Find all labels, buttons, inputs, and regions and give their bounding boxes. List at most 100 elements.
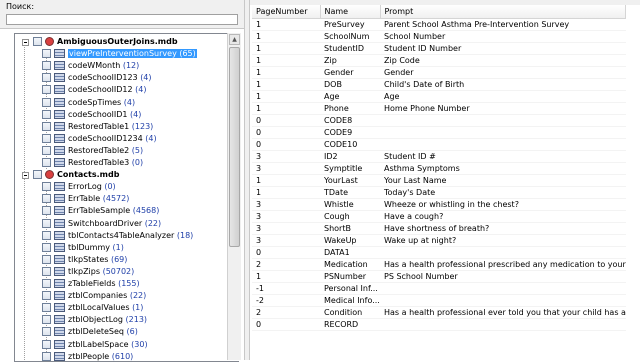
cell-name[interactable]: StudentID xyxy=(320,42,380,55)
cell-prompt[interactable] xyxy=(380,114,626,127)
cell-pagenumber[interactable]: 0 xyxy=(252,114,320,127)
cell-prompt[interactable]: Gender xyxy=(380,66,626,79)
checkbox[interactable] xyxy=(33,37,42,46)
checkbox[interactable] xyxy=(42,242,51,252)
cell-name[interactable]: Age xyxy=(320,90,380,103)
checkbox[interactable] xyxy=(42,327,51,337)
cell-name[interactable]: CODE9 xyxy=(320,126,380,139)
cell-prompt[interactable] xyxy=(380,282,626,295)
cell-prompt[interactable]: Parent School Asthma Pre-Intervention Su… xyxy=(380,18,626,31)
database-tree[interactable]: AmbiguousOuterJoins.mdb viewPreInterventi… xyxy=(14,33,239,362)
checkbox[interactable] xyxy=(42,145,51,155)
checkbox[interactable] xyxy=(42,254,51,264)
cell-prompt[interactable]: Child's Date of Birth xyxy=(380,78,626,91)
tree-table-node[interactable]: ErrorLog (0) xyxy=(42,181,116,193)
cell-pagenumber[interactable]: 0 xyxy=(252,126,320,139)
scroll-thumb[interactable] xyxy=(229,47,240,247)
table-row[interactable]: 2 Medication Has a health professional pre… xyxy=(252,258,626,271)
tree-table-node[interactable]: ztblPeople (610) xyxy=(42,351,133,361)
checkbox[interactable] xyxy=(42,218,51,228)
checkbox[interactable] xyxy=(42,351,51,361)
cell-pagenumber[interactable]: 3 xyxy=(252,210,320,223)
tree-table-node[interactable]: ztblCompanies (22) xyxy=(42,290,146,302)
table-row[interactable]: 1 YourLast Your Last Name xyxy=(252,174,626,187)
table-row[interactable]: 3 Cough Have a cough? xyxy=(252,210,626,223)
tree-table-node[interactable]: ztblLocalValues (1) xyxy=(42,302,143,314)
checkbox[interactable] xyxy=(42,73,51,83)
checkbox[interactable] xyxy=(42,109,51,119)
tree-table-node[interactable]: zTableFields (155) xyxy=(42,278,140,290)
table-row[interactable]: 1 SchoolNum School Number xyxy=(252,30,626,43)
tree-database-node[interactable]: AmbiguousOuterJoins.mdb xyxy=(17,36,178,48)
cell-name[interactable]: DATA1 xyxy=(320,246,380,259)
tree-table-node[interactable]: tblContacts4TableAnalyzer (18) xyxy=(42,230,193,242)
table-row[interactable]: 0 CODE10 xyxy=(252,138,626,151)
table-row[interactable]: 1 Gender Gender xyxy=(252,66,626,79)
checkbox[interactable] xyxy=(33,170,42,180)
column-header-prompt[interactable]: Prompt xyxy=(380,5,627,19)
table-row[interactable]: 3 Symptitle Asthma Symptoms xyxy=(252,162,626,175)
cell-pagenumber[interactable]: 3 xyxy=(252,198,320,211)
tree-database-node[interactable]: Contacts.mdb xyxy=(17,169,119,181)
cell-name[interactable]: Medication xyxy=(320,258,380,271)
cell-name[interactable]: CODE10 xyxy=(320,138,380,151)
tree-table-node[interactable]: tlkpStates (69) xyxy=(42,254,127,266)
table-row[interactable]: -2 Medical Info... xyxy=(252,294,626,307)
cell-prompt[interactable] xyxy=(380,246,626,259)
cell-prompt[interactable]: Your Last Name xyxy=(380,174,626,187)
checkbox[interactable] xyxy=(42,339,51,349)
cell-pagenumber[interactable]: 3 xyxy=(252,222,320,235)
cell-prompt[interactable]: Has a health professional prescribed any… xyxy=(380,258,626,271)
collapse-toggle-icon[interactable] xyxy=(22,39,29,46)
cell-pagenumber[interactable]: 1 xyxy=(252,66,320,79)
checkbox[interactable] xyxy=(42,266,51,276)
cell-prompt[interactable] xyxy=(380,126,626,139)
tree-table-node[interactable]: codeWMonth (12) xyxy=(42,60,139,72)
table-row[interactable]: 3 ID2 Student ID # xyxy=(252,150,626,163)
checkbox[interactable] xyxy=(42,291,51,301)
cell-pagenumber[interactable]: 1 xyxy=(252,78,320,91)
table-row[interactable]: 1 Zip Zip Code xyxy=(252,54,626,67)
cell-name[interactable]: CODE8 xyxy=(320,114,380,127)
tree-table-node[interactable]: tlkpZips (50702) xyxy=(42,266,134,278)
collapse-toggle-icon[interactable] xyxy=(22,172,29,180)
checkbox[interactable] xyxy=(42,279,51,288)
tree-table-node[interactable]: ErrTableSample (4568) xyxy=(42,205,159,217)
tree-scrollbar[interactable]: ▲ xyxy=(227,33,241,360)
cell-name[interactable]: Gender xyxy=(320,66,380,79)
cell-name[interactable]: PreSurvey xyxy=(320,18,380,31)
checkbox[interactable] xyxy=(42,121,51,131)
tree-table-node[interactable]: codeSchoolID123 (4) xyxy=(42,72,152,84)
cell-prompt[interactable] xyxy=(380,318,626,331)
cell-name[interactable]: WakeUp xyxy=(320,234,380,247)
cell-name[interactable]: Whistle xyxy=(320,198,380,211)
cell-prompt[interactable]: Home Phone Number xyxy=(380,102,626,115)
cell-prompt[interactable]: Wake up at night? xyxy=(380,234,626,247)
tree-table-node[interactable]: viewPreInterventionSurvey (65) xyxy=(42,48,197,60)
tree-table-node[interactable]: RestoredTable1 (123) xyxy=(42,121,153,133)
table-row[interactable]: 0 CODE8 xyxy=(252,114,626,127)
checkbox[interactable] xyxy=(42,182,51,192)
cell-name[interactable]: PSNumber xyxy=(320,270,380,283)
cell-pagenumber[interactable]: 1 xyxy=(252,42,320,55)
cell-prompt[interactable]: Zip Code xyxy=(380,54,626,67)
cell-pagenumber[interactable]: -1 xyxy=(252,282,320,295)
checkbox[interactable] xyxy=(42,194,51,204)
cell-pagenumber[interactable]: 2 xyxy=(252,258,320,271)
table-row[interactable]: 1 DOB Child's Date of Birth xyxy=(252,78,626,91)
checkbox[interactable] xyxy=(42,303,51,313)
cell-pagenumber[interactable]: 3 xyxy=(252,234,320,247)
cell-prompt[interactable]: Wheeze or whistling in the chest? xyxy=(380,198,626,211)
table-row[interactable]: 0 CODE9 xyxy=(252,126,626,139)
tree-table-node[interactable]: codeSchoolID1 (4) xyxy=(42,109,141,121)
checkbox[interactable] xyxy=(42,61,51,71)
table-row[interactable]: 1 PreSurvey Parent School Asthma Pre-Inter… xyxy=(252,18,626,31)
table-row[interactable]: 2 Condition Has a health professional ever… xyxy=(252,306,626,319)
checkbox[interactable] xyxy=(42,49,51,59)
cell-prompt[interactable]: Has a health professional ever told you … xyxy=(380,306,626,319)
table-row[interactable]: 1 PSNumber PS School Number xyxy=(252,270,626,283)
cell-prompt[interactable]: School Number xyxy=(380,30,626,43)
tree-table-node[interactable]: codeSpTimes (4) xyxy=(42,97,135,109)
checkbox[interactable] xyxy=(42,133,51,143)
tree-table-node[interactable]: ErrTable (4572) xyxy=(42,193,129,205)
